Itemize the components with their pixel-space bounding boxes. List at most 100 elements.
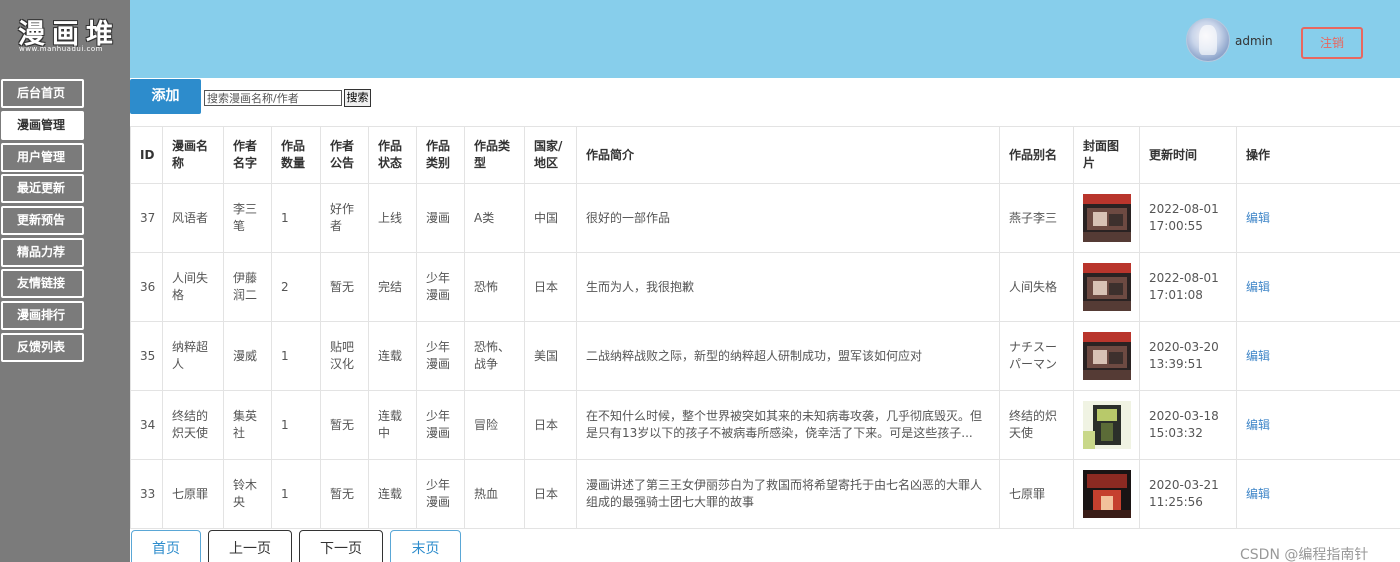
op-cell: 编辑: [1236, 183, 1400, 253]
edit-link[interactable]: 编辑: [1246, 417, 1393, 434]
count-cell: 1: [271, 459, 321, 529]
cover-image: [1083, 332, 1131, 380]
alias-cell: 七原罪: [999, 459, 1074, 529]
category-cell: 漫画: [416, 183, 465, 253]
column-header: 漫画名称: [162, 126, 224, 184]
sidebar-item-user-management[interactable]: 用户管理: [1, 143, 84, 172]
table-row: 35 纳粹超人 漫威 1 贴吧汉化 连载 少年漫画 恐怖、战争 美国 二战纳粹战败之际，新型的纳粹…: [130, 321, 1400, 391]
id-cell: 33: [130, 459, 163, 529]
op-cell: 编辑: [1236, 321, 1400, 391]
notice-cell: 暂无: [320, 459, 369, 529]
status-cell: 上线: [368, 183, 417, 253]
notice-cell: 暂无: [320, 252, 369, 322]
watermark: CSDN @编程指南针: [1240, 547, 1369, 562]
notice-cell: 贴吧汉化: [320, 321, 369, 391]
author-cell: 李三笔: [223, 183, 272, 253]
cover-cell: [1073, 183, 1140, 253]
author-cell: 集英社: [223, 390, 272, 460]
time-cell: 2020-03-18 15:03:32: [1139, 390, 1237, 460]
edit-link[interactable]: 编辑: [1246, 210, 1393, 227]
sidebar-item-featured[interactable]: 精品力荐: [1, 238, 84, 267]
search-input[interactable]: [204, 90, 342, 106]
cover-image: [1083, 263, 1131, 311]
column-header: 操作: [1236, 126, 1400, 184]
table-header-row: ID 漫画名称 作者名字 作品数量 作者公告 作品状态 作品类别 作品类型 国家/地区 作品简介作…: [130, 126, 1400, 184]
sidebar-item-comic-management[interactable]: 漫画管理: [1, 111, 84, 140]
column-header: 国家/地区: [524, 126, 577, 184]
name-cell: 七原罪: [162, 459, 224, 529]
name-cell: 纳粹超人: [162, 321, 224, 391]
search-button[interactable]: 搜索: [344, 89, 371, 107]
alias-cell: ナチスーパーマン: [999, 321, 1074, 391]
category-cell: 少年漫画: [416, 390, 465, 460]
last-page-button[interactable]: 末页: [390, 530, 461, 562]
op-cell: 编辑: [1236, 459, 1400, 529]
time-cell: 2020-03-20 13:39:51: [1139, 321, 1237, 391]
column-header: 作者名字: [223, 126, 272, 184]
prev-page-button[interactable]: 上一页: [208, 530, 292, 562]
op-cell: 编辑: [1236, 390, 1400, 460]
sidebar-item-friend-links[interactable]: 友情链接: [1, 269, 84, 298]
notice-cell: 好作者: [320, 183, 369, 253]
region-cell: 日本: [524, 390, 577, 460]
type-cell: 冒险: [464, 390, 525, 460]
edit-link[interactable]: 编辑: [1246, 486, 1393, 503]
column-header: 作品简介: [576, 126, 1000, 184]
column-header: 作品类别: [416, 126, 465, 184]
time-cell: 2022-08-01 17:00:55: [1139, 183, 1237, 253]
author-cell: 伊藤润二: [223, 252, 272, 322]
sidebar-item-update-preview[interactable]: 更新预告: [1, 206, 84, 235]
intro-cell: 很好的一部作品: [576, 183, 1000, 253]
intro-cell: 漫画讲述了第三王女伊丽莎白为了救国而将希望寄托于由七名凶恶的大罪人组成的最强骑士…: [576, 459, 1000, 529]
first-page-button[interactable]: 首页: [131, 530, 201, 562]
sidebar-item-recent-updates[interactable]: 最近更新: [1, 174, 84, 203]
edit-link[interactable]: 编辑: [1246, 279, 1393, 296]
edit-link[interactable]: 编辑: [1246, 348, 1393, 365]
column-header: 作者公告: [320, 126, 369, 184]
author-cell: 铃木央: [223, 459, 272, 529]
status-cell: 连载: [368, 459, 417, 529]
table-row: 34 终结的炽天使 集英社 1 暂无 连载中 少年漫画 冒险 日本 在不知什么时候，整个世界被突如…: [130, 390, 1400, 460]
alias-cell: 燕子李三: [999, 183, 1074, 253]
region-cell: 中国: [524, 183, 577, 253]
cover-image: [1083, 194, 1131, 242]
column-header: 作品数量: [271, 126, 321, 184]
sidebar-item-home[interactable]: 后台首页: [1, 79, 84, 108]
type-cell: A类: [464, 183, 525, 253]
region-cell: 日本: [524, 459, 577, 529]
column-header: ID: [130, 126, 163, 184]
time-cell: 2022-08-01 17:01:08: [1139, 252, 1237, 322]
cover-image: [1083, 470, 1131, 518]
site-logo[interactable]: 漫画堆 www.manhuadui.com: [0, 0, 130, 70]
alias-cell: 人间失格: [999, 252, 1074, 322]
sidebar-item-feedback-list[interactable]: 反馈列表: [1, 333, 84, 362]
type-cell: 热血: [464, 459, 525, 529]
id-cell: 36: [130, 252, 163, 322]
column-header: 作品状态: [368, 126, 417, 184]
logout-button[interactable]: 注销: [1301, 27, 1363, 59]
region-cell: 日本: [524, 252, 577, 322]
sidebar-item-ranking[interactable]: 漫画排行: [1, 301, 84, 330]
name-cell: 风语者: [162, 183, 224, 253]
notice-cell: 暂无: [320, 390, 369, 460]
cover-cell: [1073, 459, 1140, 529]
id-cell: 34: [130, 390, 163, 460]
intro-cell: 在不知什么时候，整个世界被突如其来的未知病毒攻袭，几乎彻底毁灭。但是只有13岁以…: [576, 390, 1000, 460]
status-cell: 连载中: [368, 390, 417, 460]
table-row: 33 七原罪 铃木央 1 暂无 连载 少年漫画 热血 日本 漫画讲述了第三王女伊丽莎白为了救国而将…: [130, 459, 1400, 529]
category-cell: 少年漫画: [416, 321, 465, 391]
avatar[interactable]: [1186, 18, 1230, 62]
comic-table: ID 漫画名称 作者名字 作品数量 作者公告 作品状态 作品类别 作品类型 国家/地区 作品简介作…: [130, 126, 1400, 529]
next-page-button[interactable]: 下一页: [299, 530, 383, 562]
region-cell: 美国: [524, 321, 577, 391]
count-cell: 1: [271, 183, 321, 253]
id-cell: 37: [130, 183, 163, 253]
column-header: 作品类型: [464, 126, 525, 184]
top-header: admin 注销: [130, 0, 1400, 78]
intro-cell: 生而为人，我很抱歉: [576, 252, 1000, 322]
add-button[interactable]: 添加: [130, 79, 201, 114]
count-cell: 1: [271, 321, 321, 391]
cover-cell: [1073, 390, 1140, 460]
count-cell: 1: [271, 390, 321, 460]
name-cell: 终结的炽天使: [162, 390, 224, 460]
